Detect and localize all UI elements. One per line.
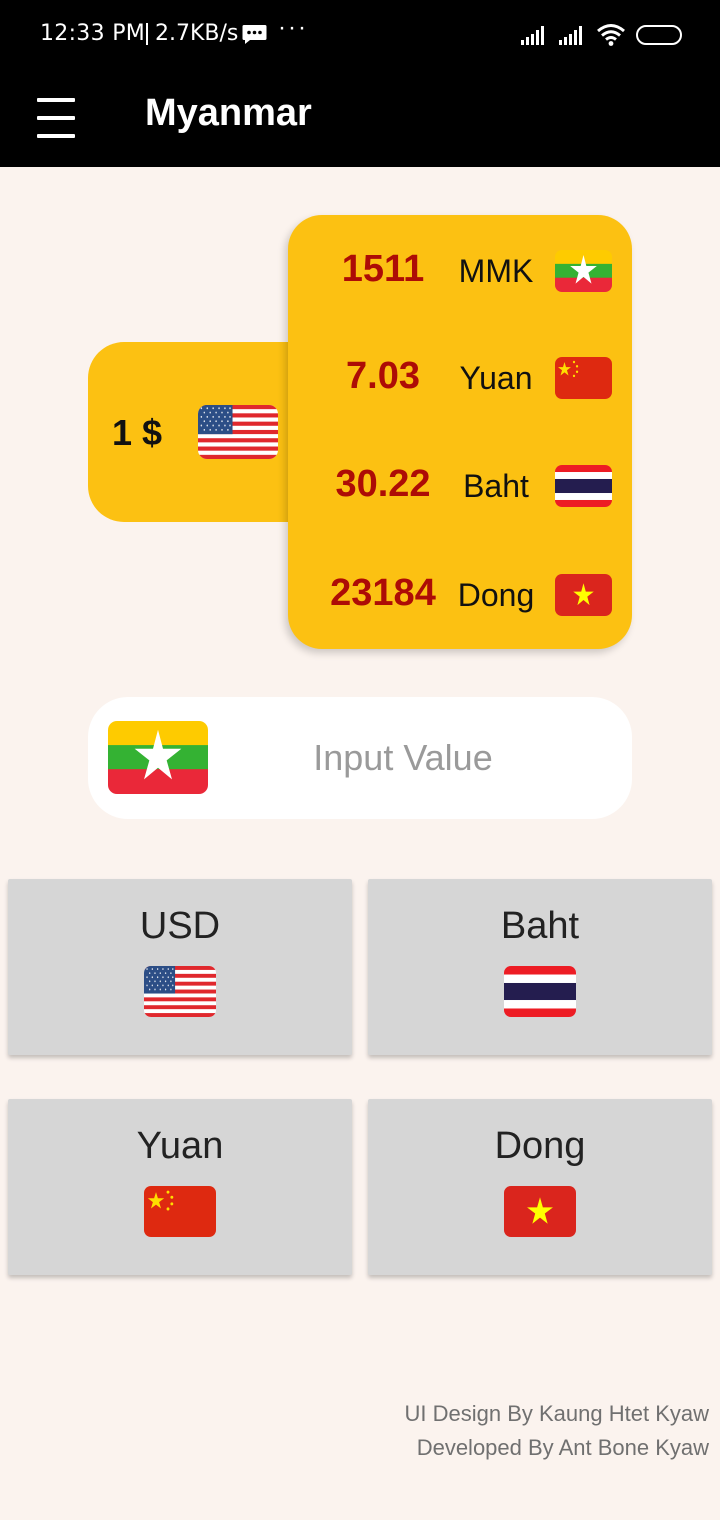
- status-bar: 12:33 PM 2.7KB/s ··· 69: [0, 0, 720, 68]
- status-network-speed: 2.7KB/s: [155, 21, 239, 46]
- thailand-flag-icon: [504, 966, 576, 1017]
- signal-icon: [521, 26, 544, 45]
- us-flag-icon: [144, 966, 216, 1017]
- credits: UI Design By Kaung Htet Kyaw Developed B…: [405, 1397, 709, 1465]
- china-flag-icon: [144, 1186, 216, 1237]
- thailand-flag-icon: [555, 465, 612, 507]
- base-currency-card: 1 $: [88, 342, 303, 522]
- china-flag-icon: [555, 357, 612, 399]
- currency-button-label: Baht: [500, 905, 580, 947]
- signal-icon: [559, 26, 582, 45]
- currency-button-label: USD: [139, 905, 221, 947]
- rate-currency-code: Dong: [457, 577, 535, 613]
- hamburger-menu-icon[interactable]: [30, 92, 82, 144]
- us-flag-icon: [198, 405, 278, 459]
- myanmar-flag-icon: [555, 250, 612, 292]
- more-notifications-icon: ···: [278, 14, 308, 41]
- rate-currency-code: Yuan: [459, 360, 533, 396]
- message-icon: [242, 25, 267, 44]
- developer-credit: Developed By Ant Bone Kyaw: [416, 1435, 709, 1460]
- currency-button-label: Yuan: [136, 1125, 224, 1167]
- currency-button-label: Dong: [494, 1125, 586, 1167]
- amount-input-container: [88, 697, 632, 819]
- status-time: 12:33 PM: [40, 21, 146, 46]
- wifi-icon: [597, 24, 625, 46]
- yuan-button[interactable]: Yuan: [8, 1099, 352, 1275]
- app-bar: Myanmar: [0, 68, 720, 167]
- rate-row-mmk: 1511 MMK: [288, 240, 632, 300]
- design-credit: UI Design By Kaung Htet Kyaw: [404, 1401, 709, 1426]
- rate-row-baht: 30.22 Baht: [288, 455, 632, 515]
- vietnam-flag-icon: [504, 1186, 576, 1237]
- status-separator: [146, 23, 148, 45]
- usd-button[interactable]: USD: [8, 879, 352, 1055]
- battery-level: 69: [649, 27, 669, 43]
- base-amount-label: 1 $: [112, 412, 163, 453]
- amount-input[interactable]: [238, 727, 568, 789]
- exchange-rates-card: 1511 MMK 7.03 Yuan 30.22 Baht 23184 Dong: [288, 215, 632, 649]
- battery-icon: 69: [636, 25, 682, 45]
- rate-currency-code: Baht: [463, 468, 529, 504]
- rate-currency-code: MMK: [458, 253, 534, 289]
- baht-button[interactable]: Baht: [368, 879, 712, 1055]
- vietnam-flag-icon: [555, 574, 612, 616]
- myanmar-flag-icon: [108, 721, 208, 794]
- dong-button[interactable]: Dong: [368, 1099, 712, 1275]
- rate-row-yuan: 7.03 Yuan: [288, 347, 632, 407]
- page-title: Myanmar: [145, 92, 312, 134]
- rate-row-dong: 23184 Dong: [288, 564, 632, 624]
